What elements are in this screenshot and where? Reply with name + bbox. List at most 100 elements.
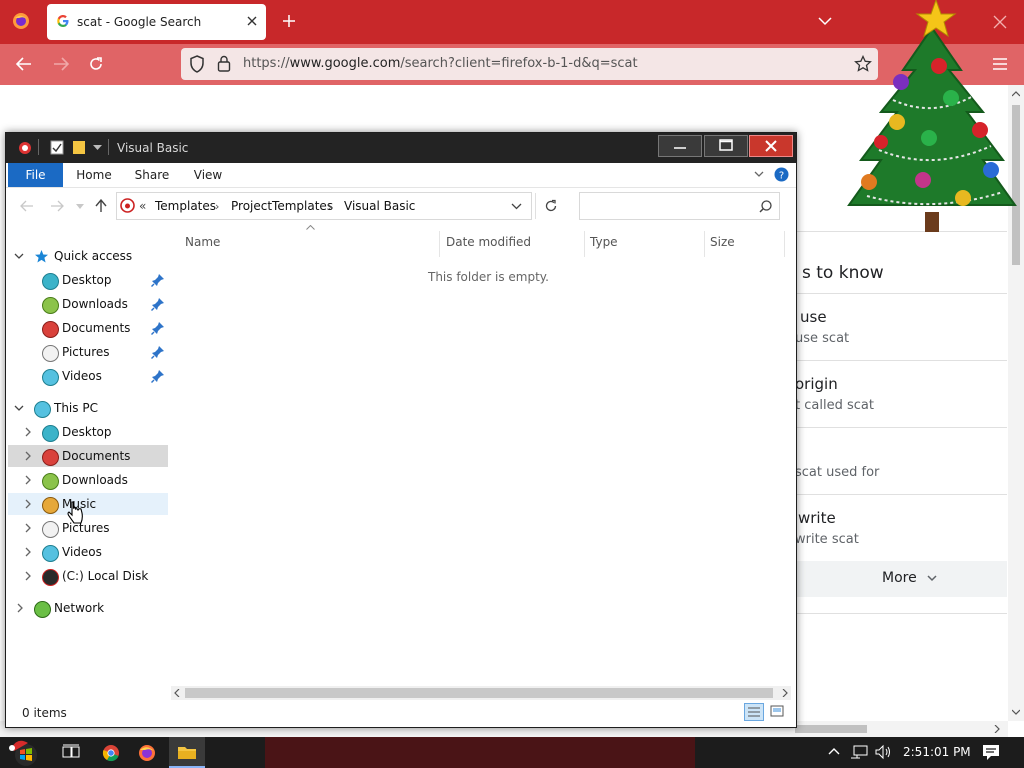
file-list-horizontal-scrollbar[interactable] xyxy=(171,686,791,700)
new-tab-icon[interactable] xyxy=(282,14,296,28)
nav-qa-documents[interactable]: Documents xyxy=(8,317,168,339)
scroll-down-arrow-icon[interactable] xyxy=(1012,709,1020,715)
maximize-button[interactable] xyxy=(704,135,748,157)
nav-qa-pictures[interactable]: Pictures xyxy=(8,341,168,363)
up-arrow-icon[interactable] xyxy=(95,199,107,213)
column-header-type[interactable]: Type xyxy=(590,235,618,249)
more-button[interactable]: More xyxy=(795,561,1007,597)
pin-icon[interactable] xyxy=(151,369,165,383)
question-item[interactable]: use use scat xyxy=(795,295,1007,359)
scroll-right-arrow-icon[interactable] xyxy=(782,689,788,697)
column-divider[interactable] xyxy=(439,231,440,257)
column-header-name[interactable]: Name xyxy=(185,235,220,249)
forward-arrow-icon[interactable] xyxy=(53,57,69,71)
scroll-thumb[interactable] xyxy=(185,688,773,698)
file-explorer-taskbar-button[interactable] xyxy=(169,737,205,768)
column-header-size[interactable]: Size xyxy=(710,235,735,249)
large-icons-view-button[interactable] xyxy=(768,703,788,721)
expanded-chevron-icon[interactable] xyxy=(14,397,24,419)
tab-share[interactable]: Share xyxy=(128,163,176,187)
close-button[interactable] xyxy=(749,135,793,157)
network-status-icon[interactable] xyxy=(850,745,868,761)
column-divider[interactable] xyxy=(784,231,785,257)
breadcrumb-projecttemplates[interactable]: ProjectTemplates xyxy=(231,199,333,213)
breadcrumb-visual-basic[interactable]: Visual Basic xyxy=(344,199,415,213)
address-dropdown-chevron-icon[interactable] xyxy=(511,203,522,210)
clock[interactable]: 2:51:01 PM xyxy=(903,745,971,759)
nav-pc-pictures[interactable]: Pictures xyxy=(8,517,168,539)
list-tabs-chevron-down-icon[interactable] xyxy=(818,16,832,26)
nav-pc-downloads[interactable]: Downloads xyxy=(8,469,168,491)
nav-pc-documents-selected[interactable]: Documents xyxy=(8,445,168,467)
pin-icon[interactable] xyxy=(151,345,165,359)
question-item[interactable]: write write scat xyxy=(795,496,1007,560)
scroll-left-arrow-icon[interactable] xyxy=(174,689,180,697)
close-tab-icon[interactable] xyxy=(246,15,258,27)
firefox-icon[interactable] xyxy=(138,744,156,762)
tab-home[interactable]: Home xyxy=(70,163,118,187)
collapsed-chevron-icon[interactable] xyxy=(24,445,32,467)
collapsed-chevron-icon[interactable] xyxy=(24,493,32,515)
customize-toolbar-chevron-icon[interactable] xyxy=(93,144,102,151)
collapsed-chevron-icon[interactable] xyxy=(24,421,32,443)
minimize-button[interactable] xyxy=(658,135,702,157)
collapsed-chevron-icon[interactable] xyxy=(24,565,32,587)
volume-icon[interactable] xyxy=(874,744,892,760)
breadcrumb-separator-icon[interactable]: › xyxy=(328,200,332,213)
column-divider[interactable] xyxy=(584,231,585,257)
column-header-date-modified[interactable]: Date modified xyxy=(446,235,531,249)
scroll-right-arrow-icon[interactable] xyxy=(994,725,1000,733)
properties-checkbox-icon[interactable] xyxy=(50,140,64,155)
collapsed-chevron-icon[interactable] xyxy=(24,469,32,491)
explorer-app-icon[interactable] xyxy=(18,141,32,155)
nav-quick-access[interactable]: Quick access xyxy=(8,245,168,267)
task-view-icon[interactable] xyxy=(62,744,80,760)
back-arrow-icon[interactable] xyxy=(16,57,32,71)
nav-qa-downloads[interactable]: Downloads xyxy=(8,293,168,315)
question-item[interactable]: scat used for xyxy=(795,429,1007,493)
chrome-icon[interactable] xyxy=(102,744,120,762)
nav-qa-desktop[interactable]: Desktop xyxy=(8,269,168,291)
question-item[interactable]: origin t called scat xyxy=(795,362,1007,426)
browser-tab[interactable]: scat - Google Search xyxy=(47,4,266,40)
new-folder-icon[interactable] xyxy=(72,140,86,155)
explorer-title-bar[interactable]: Visual Basic xyxy=(6,133,796,163)
pin-icon[interactable] xyxy=(151,273,165,287)
reload-icon[interactable] xyxy=(88,56,104,72)
help-icon[interactable]: ? xyxy=(774,167,789,182)
lock-icon[interactable] xyxy=(217,55,231,72)
nav-pc-desktop[interactable]: Desktop xyxy=(8,421,168,443)
search-box[interactable] xyxy=(579,192,780,220)
breadcrumb-overflow[interactable]: « xyxy=(139,199,146,213)
tab-view[interactable]: View xyxy=(184,163,232,187)
nav-this-pc[interactable]: This PC xyxy=(8,397,168,419)
details-view-button[interactable] xyxy=(744,703,764,721)
collapsed-chevron-icon[interactable] xyxy=(24,517,32,539)
recent-locations-chevron-icon[interactable] xyxy=(76,204,84,209)
tab-file[interactable]: File xyxy=(8,163,63,187)
nav-pc-videos[interactable]: Videos xyxy=(8,541,168,563)
show-hidden-icons-chevron-icon[interactable] xyxy=(828,747,840,755)
url-bar[interactable]: https://www.google.com/search?client=fir… xyxy=(181,48,878,80)
start-button-icon[interactable] xyxy=(8,739,46,767)
firefox-menu-icon[interactable] xyxy=(12,12,30,30)
expand-ribbon-chevron-icon[interactable] xyxy=(754,171,764,178)
collapsed-chevron-icon[interactable] xyxy=(24,541,32,563)
column-divider[interactable] xyxy=(704,231,705,257)
refresh-icon[interactable] xyxy=(544,199,558,213)
forward-arrow-icon[interactable] xyxy=(50,200,64,212)
scroll-thumb[interactable] xyxy=(795,725,867,733)
pin-icon[interactable] xyxy=(151,297,165,311)
nav-network[interactable]: Network xyxy=(8,597,168,619)
nav-pc-music-hover[interactable]: Music xyxy=(8,493,168,515)
shield-icon[interactable] xyxy=(189,55,205,73)
back-arrow-icon[interactable] xyxy=(20,200,34,212)
nav-pc-local-disk[interactable]: (C:) Local Disk xyxy=(8,565,168,587)
notifications-icon[interactable] xyxy=(982,744,1000,761)
breadcrumb-templates[interactable]: Templates xyxy=(155,199,216,213)
breadcrumb-separator-icon[interactable]: › xyxy=(215,200,219,213)
nav-qa-videos[interactable]: Videos xyxy=(8,365,168,387)
expanded-chevron-icon[interactable] xyxy=(14,245,24,267)
pin-icon[interactable] xyxy=(151,321,165,335)
address-bar[interactable]: « Templates › ProjectTemplates › Visual … xyxy=(116,192,557,220)
